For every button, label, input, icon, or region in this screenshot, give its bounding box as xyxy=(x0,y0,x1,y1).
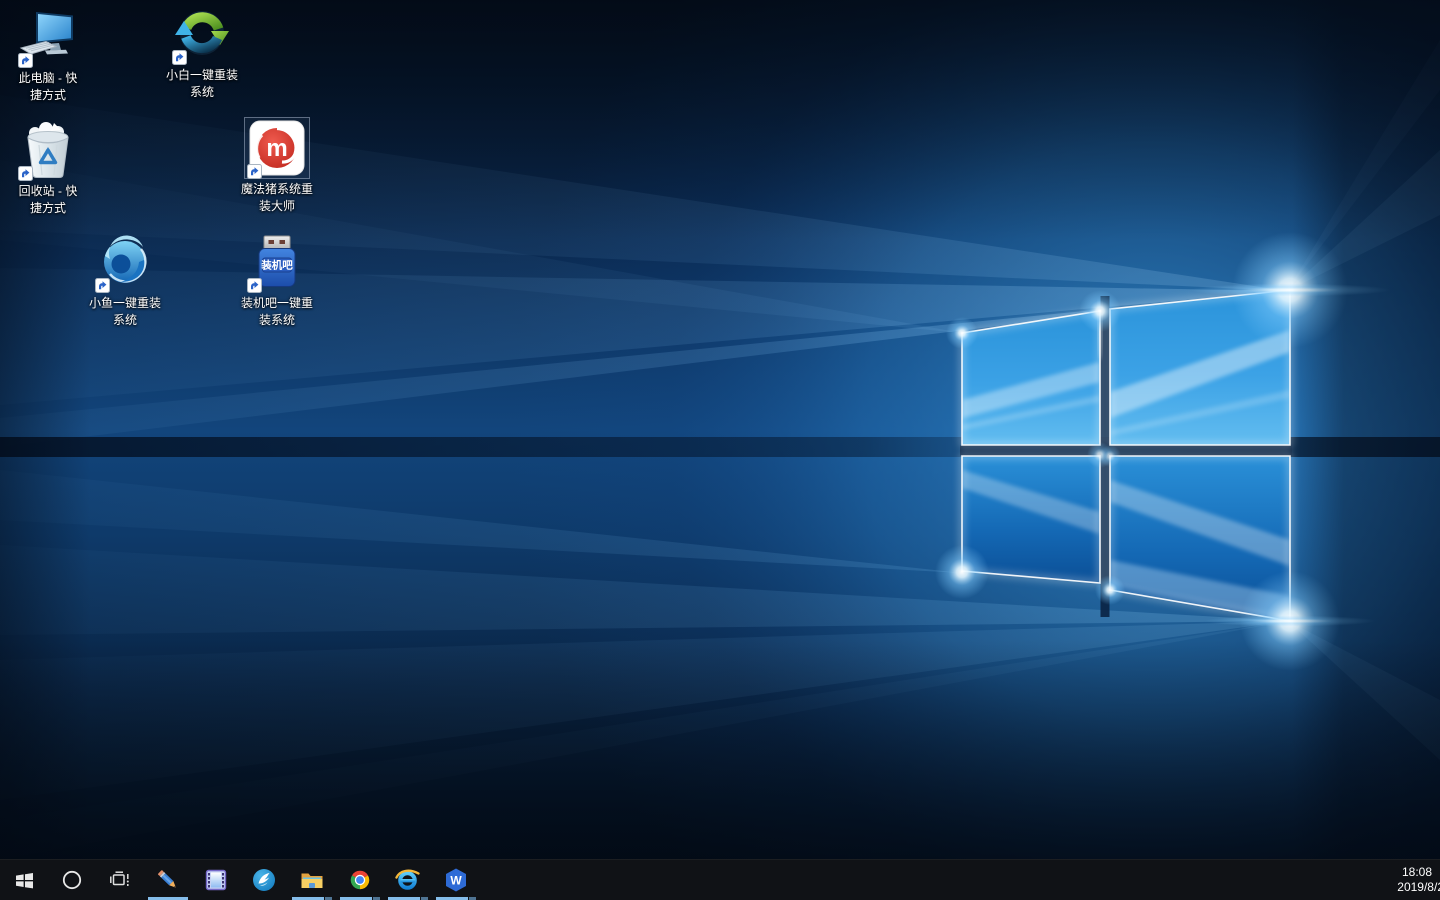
desktop-icon-mofazhu-master[interactable]: m 魔法猪系统重 装大师 xyxy=(238,117,316,213)
svg-text:W: W xyxy=(450,874,462,888)
desktop-icon-recycle-bin-shortcut[interactable]: 回收站 - 快 捷方式 xyxy=(9,119,87,215)
wps-hexagon-icon: W xyxy=(443,867,469,893)
windows-logo-icon xyxy=(14,870,35,891)
cortana-circle-icon xyxy=(60,868,84,892)
icon-label: 系统 xyxy=(113,313,137,327)
desktop-icon-area: 此电脑 - 快 捷方式 xyxy=(0,0,1440,860)
pencil-icon xyxy=(155,867,181,893)
clock-time: 18:08 xyxy=(1324,865,1440,880)
shortcut-arrow-icon xyxy=(172,50,187,65)
icon-label: 装大师 xyxy=(259,199,295,213)
task-view-icon xyxy=(108,868,132,892)
clock-date: 2019/8/2 xyxy=(1324,880,1440,895)
shortcut-arrow-icon xyxy=(18,166,33,181)
blue-bird-icon xyxy=(251,867,277,893)
taskbar-app-wps-office[interactable]: W xyxy=(432,860,480,900)
taskbar-clock[interactable]: 18:08 2019/8/2 xyxy=(1324,865,1440,895)
desktop-icon-zhuangjiba-reinstall[interactable]: 装机吧 装机吧一键重 装系统 xyxy=(238,231,316,327)
taskbar-app-video-player[interactable] xyxy=(192,860,240,900)
folder-icon xyxy=(299,867,325,893)
desktop-icon-this-pc-shortcut[interactable]: 此电脑 - 快 捷方式 xyxy=(9,6,87,102)
film-strip-icon xyxy=(204,868,228,892)
icon-label: 小鱼一键重装 xyxy=(89,296,161,310)
icon-label: 小白一键重装 xyxy=(166,68,238,82)
desktop-icon-xiaoyu-reinstall[interactable]: 小鱼一键重装 系统 xyxy=(86,231,164,327)
ie-icon xyxy=(394,867,422,893)
desktop-screen: 此电脑 - 快 捷方式 xyxy=(0,0,1440,900)
desktop-icon-xiaobai-reinstall[interactable]: 小白一键重装 系统 xyxy=(163,3,241,99)
icon-label: 魔法猪系统重 xyxy=(241,182,313,196)
shortcut-arrow-icon xyxy=(247,164,262,179)
shortcut-arrow-icon xyxy=(247,278,262,293)
chrome-icon xyxy=(348,868,372,892)
start-button[interactable] xyxy=(0,860,48,900)
taskbar: W 18:08 2019/8/2 xyxy=(0,859,1440,900)
svg-text:装机吧: 装机吧 xyxy=(260,259,293,272)
icon-label: 装系统 xyxy=(259,313,295,327)
icon-label: 回收站 - 快 xyxy=(19,184,78,198)
svg-text:m: m xyxy=(266,135,287,162)
task-view-button[interactable] xyxy=(96,860,144,900)
taskbar-app-bird[interactable] xyxy=(240,860,288,900)
taskbar-app-internet-explorer[interactable] xyxy=(384,860,432,900)
taskbar-app-pencil[interactable] xyxy=(144,860,192,900)
taskbar-app-chrome[interactable] xyxy=(336,860,384,900)
shortcut-arrow-icon xyxy=(18,53,33,68)
taskbar-app-file-explorer[interactable] xyxy=(288,860,336,900)
shortcut-arrow-icon xyxy=(95,278,110,293)
icon-label: 捷方式 xyxy=(30,201,66,215)
icon-label: 装机吧一键重 xyxy=(241,296,313,310)
icon-label: 系统 xyxy=(190,85,214,99)
icon-label: 捷方式 xyxy=(30,88,66,102)
icon-label: 此电脑 - 快 xyxy=(19,71,78,85)
search-button[interactable] xyxy=(48,860,96,900)
